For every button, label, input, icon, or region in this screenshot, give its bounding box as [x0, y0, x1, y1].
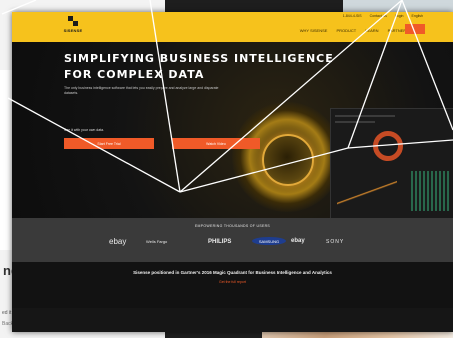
annotation-line	[7, 97, 181, 193]
annotation-line	[347, 139, 453, 149]
annotation-lines	[1, 0, 453, 193]
annotation-line	[149, 0, 181, 193]
annotation-line	[401, 0, 453, 131]
annotation-line	[1, 0, 37, 15]
annotation-line	[347, 0, 403, 149]
